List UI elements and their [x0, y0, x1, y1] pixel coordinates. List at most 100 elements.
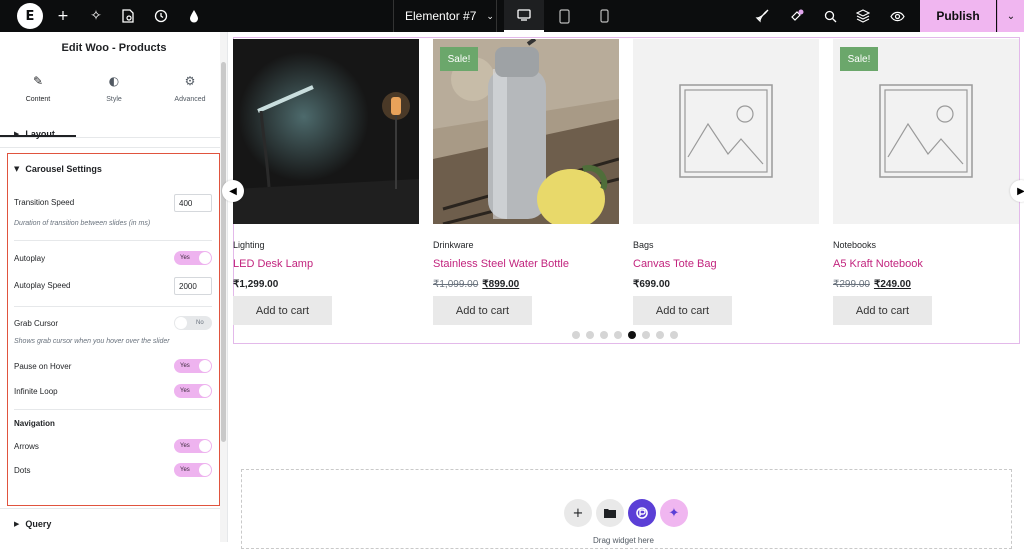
- price-old: ₹299.00: [833, 279, 870, 290]
- scroll-thumb[interactable]: [221, 62, 226, 442]
- product-price: ₹299.00 ₹249.00: [833, 279, 911, 290]
- divider: [14, 306, 212, 307]
- caret-right-icon: ▶: [14, 520, 20, 528]
- product-price: ₹699.00: [633, 279, 670, 290]
- panel-scrollbar[interactable]: [220, 32, 227, 542]
- folder-icon[interactable]: [596, 499, 624, 527]
- panel-tabs: ✎ Content ◐ Style ⚙ Advanced: [0, 68, 228, 138]
- transition-speed-note: Duration of transition between slides (i…: [14, 220, 151, 227]
- section-query[interactable]: ▶ Query: [14, 519, 51, 529]
- search-icon[interactable]: [820, 6, 840, 26]
- price-current: ₹899.00: [482, 279, 520, 290]
- publish-button[interactable]: Publish: [920, 0, 996, 32]
- gear-icon: ⚙: [184, 74, 196, 88]
- product-name[interactable]: Canvas Tote Bag: [633, 258, 717, 270]
- toggle-state: Yes: [180, 363, 190, 369]
- product-category: Notebooks: [833, 240, 877, 250]
- transition-speed-label: Transition Speed: [14, 198, 75, 207]
- carousel-dot[interactable]: [642, 331, 650, 339]
- add-to-cart-button[interactable]: Add to cart: [833, 296, 932, 325]
- structure-icon[interactable]: [853, 6, 873, 26]
- product-name[interactable]: LED Desk Lamp: [233, 258, 313, 270]
- add-to-cart-button[interactable]: Add to cart: [433, 296, 532, 325]
- carousel-dot[interactable]: [600, 331, 608, 339]
- caret-down-icon: ▼: [14, 165, 20, 173]
- autoplay-toggle[interactable]: Yes: [174, 251, 212, 265]
- tablet-icon[interactable]: [544, 0, 584, 32]
- tab-label: Style: [106, 96, 122, 103]
- grab-cursor-label: Grab Cursor: [14, 319, 59, 328]
- pause-on-hover-toggle[interactable]: Yes: [174, 359, 212, 373]
- pencil-icon: ✎: [32, 74, 44, 88]
- sale-badge: Sale!: [440, 47, 478, 71]
- document-menu[interactable]: Elementor #7 ⌄: [395, 0, 495, 32]
- add-to-cart-button[interactable]: Add to cart: [233, 296, 332, 325]
- product-card: Bags Canvas Tote Bag ₹699.00 Add to cart: [633, 39, 819, 325]
- document-title: Elementor #7: [405, 9, 477, 23]
- navigation-heading: Navigation: [14, 419, 55, 428]
- drop-zone-hint: Drag widget here: [593, 536, 654, 545]
- arrows-toggle[interactable]: Yes: [174, 439, 212, 453]
- carousel-dots: [572, 331, 678, 339]
- chevron-down-icon[interactable]: ⌄: [997, 0, 1024, 32]
- history-icon[interactable]: [151, 6, 171, 26]
- autoplay-speed-input[interactable]: 2000: [174, 277, 212, 295]
- preview-icon[interactable]: [887, 6, 907, 26]
- transition-speed-input[interactable]: 400: [174, 194, 212, 212]
- page-settings-icon[interactable]: [118, 6, 138, 26]
- product-image[interactable]: [233, 39, 419, 224]
- caret-right-icon: ▶: [14, 130, 20, 138]
- product-card: Sale! Notebooks A5 Kraft Notebook ₹299.0…: [833, 39, 1019, 325]
- tab-style[interactable]: ◐ Style: [76, 68, 152, 137]
- tab-content[interactable]: ✎ Content: [0, 68, 76, 137]
- toggle-state: Yes: [180, 467, 190, 473]
- product-name[interactable]: Stainless Steel Water Bottle: [433, 258, 569, 270]
- editor-panel: Edit Woo - Products ✎ Content ◐ Style ⚙ …: [0, 32, 228, 542]
- tab-advanced[interactable]: ⚙ Advanced: [152, 68, 228, 137]
- add-section-icon[interactable]: +: [564, 499, 592, 527]
- price-current: ₹1,299.00: [233, 279, 279, 290]
- rocket-icon[interactable]: [752, 6, 772, 26]
- panel-title: Edit Woo - Products: [61, 42, 167, 54]
- add-to-cart-button[interactable]: Add to cart: [633, 296, 732, 325]
- arrows-label: Arrows: [14, 442, 39, 451]
- section-label: Layout: [25, 129, 55, 139]
- carousel-dot[interactable]: [572, 331, 580, 339]
- divider: [0, 508, 228, 509]
- carousel-dot[interactable]: [628, 331, 636, 339]
- divider: [496, 0, 497, 32]
- carousel-dot[interactable]: [614, 331, 622, 339]
- price-current: ₹249.00: [873, 279, 911, 290]
- section-layout[interactable]: ▶ Layout: [14, 129, 55, 139]
- elementor-logo-icon[interactable]: E: [17, 3, 43, 29]
- add-icon[interactable]: +: [53, 6, 73, 26]
- chevron-down-icon: ⌄: [486, 10, 494, 21]
- top-bar: E + ✧ Elementor #7 ⌄ Publish ⌄: [0, 0, 1024, 32]
- product-price: ₹1,299.00: [233, 279, 278, 290]
- autoplay-speed-label: Autoplay Speed: [14, 281, 71, 290]
- infinite-loop-toggle[interactable]: Yes: [174, 384, 212, 398]
- mobile-icon[interactable]: [584, 0, 624, 32]
- carousel-dot[interactable]: [586, 331, 594, 339]
- carousel-prev-arrow-icon[interactable]: ◀: [222, 180, 244, 202]
- product-image-placeholder[interactable]: [633, 39, 819, 224]
- carousel-dot[interactable]: [656, 331, 664, 339]
- ai-sparkle-icon[interactable]: ✦: [660, 499, 688, 527]
- divider: [393, 0, 394, 32]
- ai-sparkle-icon[interactable]: ✧: [86, 6, 106, 26]
- notifications-icon[interactable]: [787, 6, 807, 26]
- grab-cursor-toggle[interactable]: No: [174, 316, 212, 330]
- price-current: ₹699.00: [633, 279, 670, 290]
- toggle-state: Yes: [180, 443, 190, 449]
- grab-cursor-note: Shows grab cursor when you hover over th…: [14, 338, 170, 345]
- dots-toggle[interactable]: Yes: [174, 463, 212, 477]
- kit-library-icon[interactable]: [628, 499, 656, 527]
- carousel-dot[interactable]: [670, 331, 678, 339]
- desktop-icon[interactable]: [504, 0, 544, 32]
- section-carousel-settings[interactable]: ▼ Carousel Settings: [14, 164, 102, 174]
- product-name[interactable]: A5 Kraft Notebook: [833, 258, 923, 270]
- product-category: Drinkware: [433, 240, 474, 250]
- price-old: ₹1,099.00: [433, 279, 479, 290]
- section-label: Query: [25, 519, 52, 529]
- theme-style-icon[interactable]: [184, 6, 204, 26]
